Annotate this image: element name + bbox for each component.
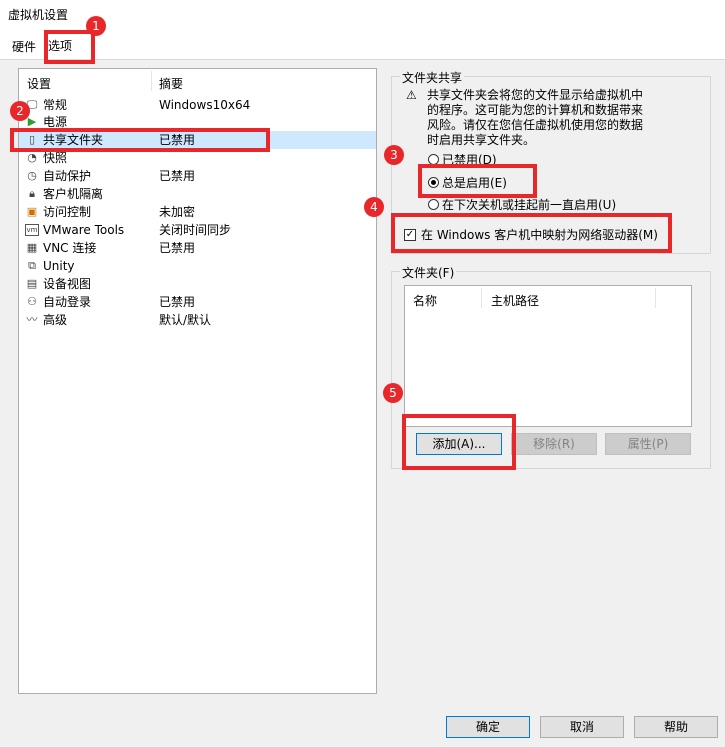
settings-item-autologin[interactable]: ⚇ 自动登录 已禁用 <box>19 293 376 311</box>
column-header-name[interactable]: 名称 <box>413 292 437 309</box>
settings-item-label: 自动保护 <box>43 169 92 183</box>
annotation-badge: 3 <box>384 145 404 165</box>
radio-button[interactable] <box>428 199 439 210</box>
settings-item-label: VMware Tools <box>43 223 125 237</box>
warning-line: 风险。请仅在您信任虚拟机使用您的数据 <box>427 118 644 132</box>
settings-list-header: 设置 摘要 <box>19 69 376 93</box>
unity-icon: ⧉ <box>28 259 36 272</box>
settings-item-summary: 已禁用 <box>159 241 196 255</box>
column-separator <box>151 71 152 91</box>
ok-button[interactable]: 确定 <box>446 716 530 738</box>
settings-item-summary: 已禁用 <box>159 295 196 309</box>
settings-item-label: 常规 <box>43 98 68 112</box>
settings-item-device-view[interactable]: ▤ 设备视图 <box>19 275 376 293</box>
lock-icon: 🔒︎ <box>29 187 35 200</box>
settings-item-summary: 已禁用 <box>159 169 196 183</box>
access-control-icon: ▣ <box>26 205 38 218</box>
annotation-box-add-button <box>402 414 516 470</box>
folder-properties-button[interactable]: 属性(P) <box>605 433 691 455</box>
settings-item-label: 自动登录 <box>43 295 92 309</box>
remove-folder-button[interactable]: 移除(R) <box>511 433 597 455</box>
pulse-icon: 〰 <box>26 313 38 326</box>
annotation-box-options-tab <box>44 30 95 64</box>
settings-item-unity[interactable]: ⧉ Unity <box>19 257 376 275</box>
annotation-box-map-drive <box>391 213 672 253</box>
clock-icon: ◷ <box>27 169 37 182</box>
annotation-badge: 2 <box>10 101 30 121</box>
settings-item-access-control[interactable]: ▣ 访问控制 未加密 <box>19 203 376 221</box>
warning-line: 共享文件夹会将您的文件显示给虚拟机中 <box>427 88 644 102</box>
tab-strip: 硬件 选项 <box>0 30 725 60</box>
settings-item-vnc[interactable]: ▦ VNC 连接 已禁用 <box>19 239 376 257</box>
tab-hardware[interactable]: 硬件 <box>8 36 40 58</box>
folders-list[interactable]: 名称 主机路径 <box>404 285 692 427</box>
settings-item-isolation[interactable]: 🔒︎ 客户机隔离 <box>19 185 376 203</box>
annotation-box-always-enabled <box>418 164 537 198</box>
settings-item-summary: 关闭时间同步 <box>159 223 232 237</box>
settings-item-vmware-tools[interactable]: vm VMware Tools 关闭时间同步 <box>19 221 376 239</box>
settings-item-general[interactable]: 🖵 常规 Windows10x64 <box>19 96 376 114</box>
column-separator <box>655 288 656 308</box>
annotation-badge: 1 <box>86 16 106 36</box>
annotation-badge: 5 <box>383 383 403 403</box>
column-header-host-path[interactable]: 主机路径 <box>491 292 539 309</box>
help-button[interactable]: 帮助 <box>634 716 718 738</box>
window-title: 虚拟机设置 <box>8 8 69 22</box>
device-view-icon: ▤ <box>26 277 38 290</box>
settings-item-autoprotect[interactable]: ◷ 自动保护 已禁用 <box>19 167 376 185</box>
warning-line: 的程序。这可能为您的计算机和数据带来 <box>427 103 644 117</box>
sharing-warning-text: 共享文件夹会将您的文件显示给虚拟机中 的程序。这可能为您的计算机和数据带来 风险… <box>427 88 697 148</box>
settings-item-label: 访问控制 <box>43 205 92 219</box>
folder-sharing-title: 文件夹共享 <box>400 69 465 86</box>
settings-item-advanced[interactable]: 〰 高级 默认/默认 <box>19 311 376 329</box>
settings-item-label: Unity <box>43 259 75 273</box>
column-header-summary[interactable]: 摘要 <box>159 75 183 92</box>
settings-item-label: VNC 连接 <box>43 241 97 255</box>
settings-list[interactable]: 设置 摘要 🖵 常规 Windows10x64 ▶ 电源 ▯ 共享文件夹 已禁用… <box>18 68 377 694</box>
settings-item-summary: 未加密 <box>159 205 196 219</box>
snapshot-icon: ◔ <box>27 151 37 164</box>
annotation-box-shared-folders <box>10 128 270 152</box>
warning-line: 时启用共享文件夹。 <box>427 133 536 147</box>
settings-item-label: 高级 <box>43 313 68 327</box>
users-icon: ⚇ <box>27 295 37 308</box>
cancel-button[interactable]: 取消 <box>540 716 624 738</box>
vnc-icon: ▦ <box>26 241 38 254</box>
annotation-badge: 4 <box>364 197 384 217</box>
settings-item-label: 客户机隔离 <box>43 187 104 201</box>
title-bar: 虚拟机设置 <box>0 0 725 28</box>
column-separator <box>481 288 482 308</box>
radio-label: 在下次关机或挂起前一直启用(U) <box>442 198 617 212</box>
settings-item-summary: Windows10x64 <box>159 98 251 112</box>
vm-icon: vm <box>25 224 39 236</box>
settings-item-label: 设备视图 <box>43 277 92 291</box>
settings-item-summary: 默认/默认 <box>159 313 212 327</box>
folders-title: 文件夹(F) <box>400 264 457 281</box>
warning-icon: ⚠ <box>406 88 417 102</box>
column-header-setting[interactable]: 设置 <box>27 75 51 92</box>
